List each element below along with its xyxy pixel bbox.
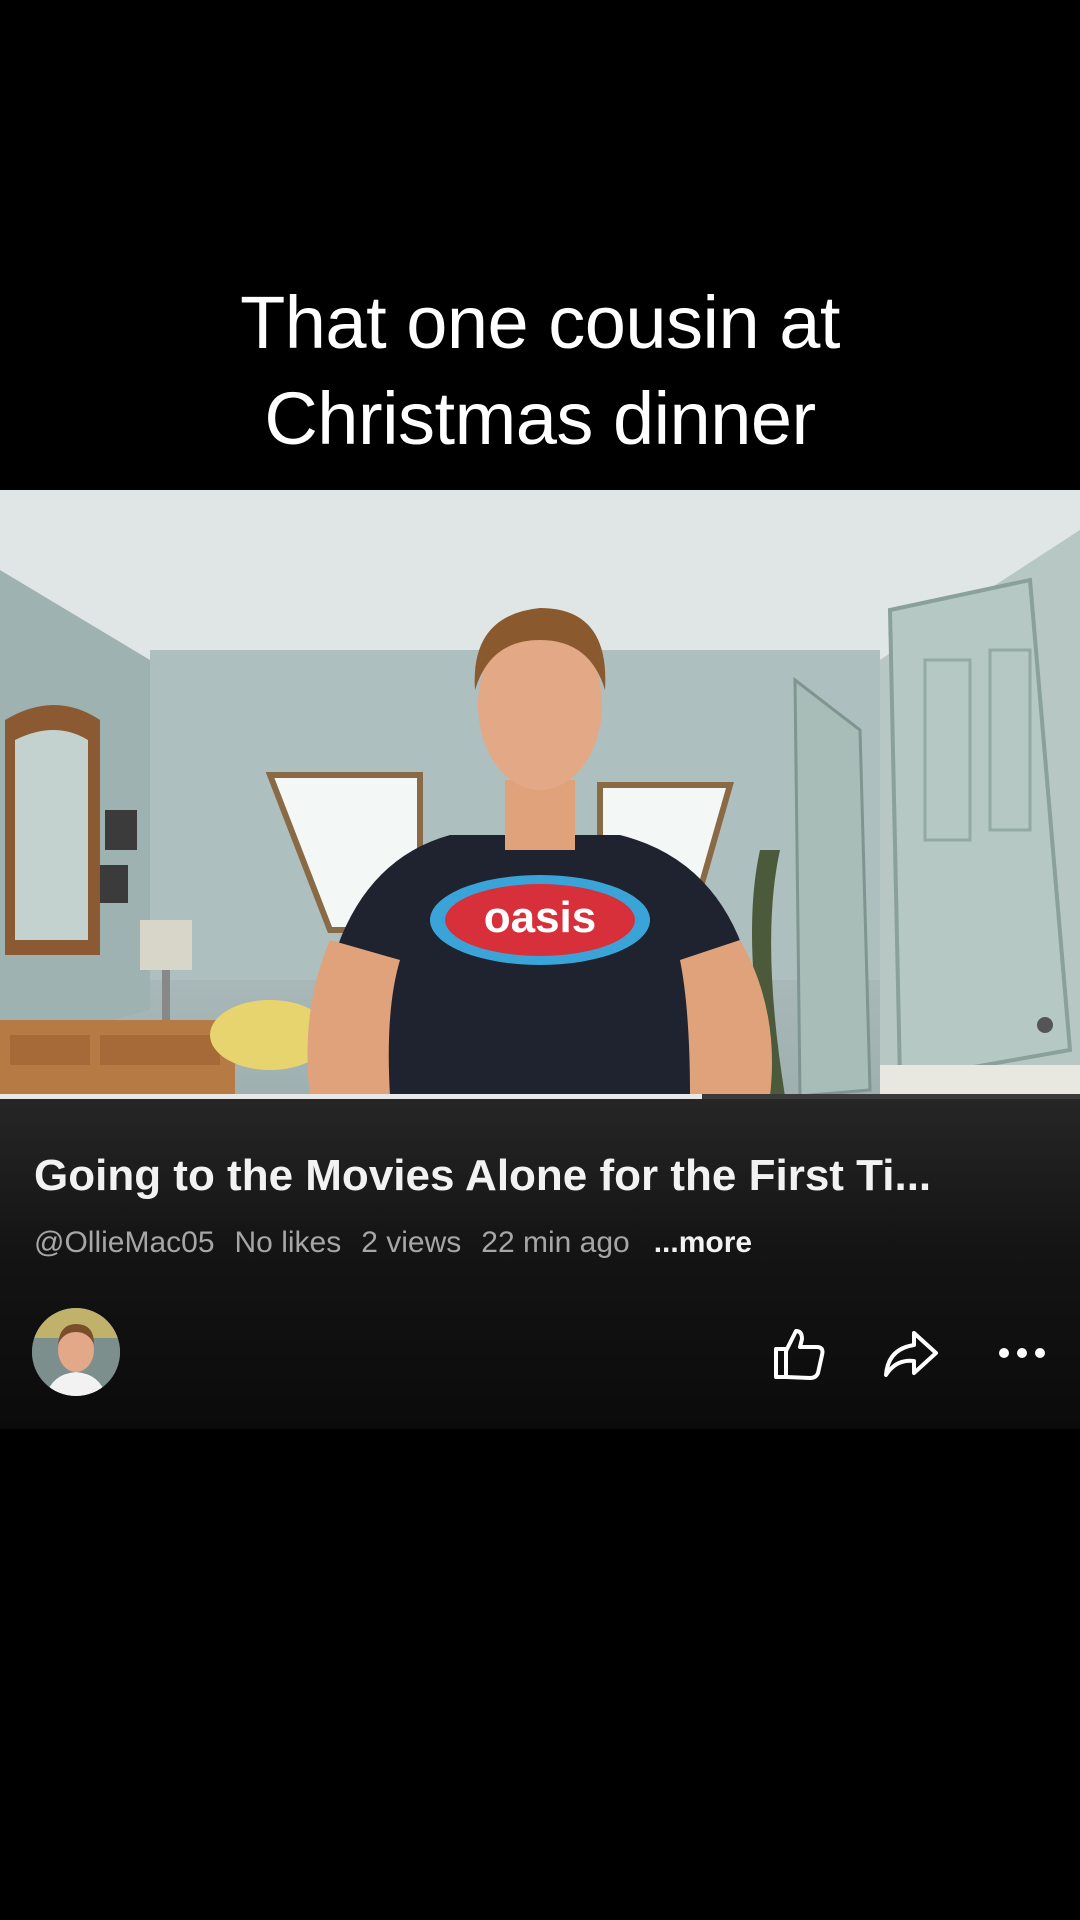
share-arrow-icon — [884, 1331, 938, 1377]
video-info-panel: Going to the Movies Alone for the First … — [0, 1099, 1080, 1429]
shirt-logo-text: oasis — [484, 893, 597, 942]
upload-age: 22 min ago — [481, 1226, 630, 1259]
channel-handle[interactable]: @OllieMac05 — [34, 1226, 215, 1260]
more-link[interactable]: ...more — [654, 1226, 752, 1260]
caption-line-2: Christmas dinner — [264, 377, 816, 460]
overlay-caption: That one cousin at Christmas dinner — [0, 275, 1080, 467]
thumbs-up-icon — [774, 1329, 825, 1380]
share-button[interactable] — [878, 1321, 942, 1385]
avatar-image — [32, 1308, 120, 1396]
view-count: 2 views — [361, 1226, 462, 1259]
video-title[interactable]: Going to the Movies Alone for the First … — [34, 1151, 1044, 1201]
like-count: No likes — [234, 1226, 342, 1259]
more-options-button[interactable] — [990, 1321, 1054, 1385]
video-frame: oasis — [0, 490, 1080, 1096]
video-player[interactable]: oasis — [0, 490, 1080, 1096]
caption-line-1: That one cousin at — [240, 281, 840, 364]
video-meta: @OllieMac05 No likes 2 views 22 min ago … — [34, 1223, 752, 1263]
like-button[interactable] — [766, 1321, 830, 1385]
channel-avatar[interactable] — [32, 1308, 120, 1396]
more-dots-icon — [999, 1348, 1045, 1358]
